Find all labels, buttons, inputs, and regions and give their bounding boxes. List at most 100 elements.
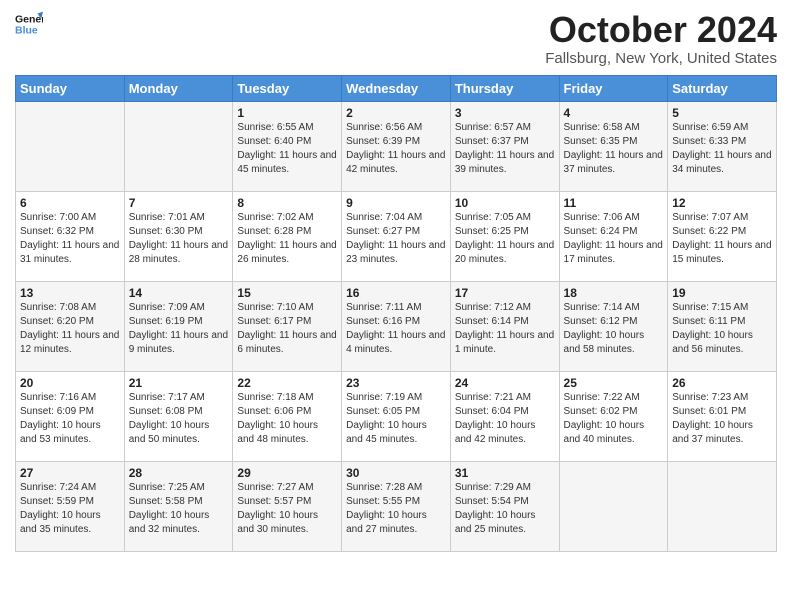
page: General Blue October 2024 Fallsburg, New… bbox=[0, 0, 792, 612]
calendar-week-4: 20 Sunrise: 7:16 AMSunset: 6:09 PMDaylig… bbox=[16, 371, 777, 461]
calendar-cell: 25 Sunrise: 7:22 AMSunset: 6:02 PMDaylig… bbox=[559, 371, 668, 461]
day-number: 14 bbox=[129, 286, 229, 300]
calendar-cell: 7 Sunrise: 7:01 AMSunset: 6:30 PMDayligh… bbox=[124, 191, 233, 281]
day-info: Sunrise: 7:16 AMSunset: 6:09 PMDaylight:… bbox=[20, 392, 101, 445]
day-info: Sunrise: 6:55 AMSunset: 6:40 PMDaylight:… bbox=[237, 122, 336, 175]
day-info: Sunrise: 6:59 AMSunset: 6:33 PMDaylight:… bbox=[672, 122, 771, 175]
calendar-body: 1 Sunrise: 6:55 AMSunset: 6:40 PMDayligh… bbox=[16, 101, 777, 551]
calendar-cell: 21 Sunrise: 7:17 AMSunset: 6:08 PMDaylig… bbox=[124, 371, 233, 461]
calendar-cell bbox=[124, 101, 233, 191]
day-info: Sunrise: 7:19 AMSunset: 6:05 PMDaylight:… bbox=[346, 392, 427, 445]
day-number: 27 bbox=[20, 466, 120, 480]
day-number: 2 bbox=[346, 106, 446, 120]
col-thursday: Thursday bbox=[450, 75, 559, 101]
day-number: 8 bbox=[237, 196, 337, 210]
calendar-cell bbox=[668, 461, 777, 551]
day-info: Sunrise: 7:28 AMSunset: 5:55 PMDaylight:… bbox=[346, 482, 427, 535]
calendar-cell bbox=[559, 461, 668, 551]
calendar-cell: 13 Sunrise: 7:08 AMSunset: 6:20 PMDaylig… bbox=[16, 281, 125, 371]
day-info: Sunrise: 7:29 AMSunset: 5:54 PMDaylight:… bbox=[455, 482, 536, 535]
day-info: Sunrise: 7:02 AMSunset: 6:28 PMDaylight:… bbox=[237, 212, 336, 265]
col-monday: Monday bbox=[124, 75, 233, 101]
day-info: Sunrise: 7:24 AMSunset: 5:59 PMDaylight:… bbox=[20, 482, 101, 535]
day-info: Sunrise: 7:18 AMSunset: 6:06 PMDaylight:… bbox=[237, 392, 318, 445]
day-number: 5 bbox=[672, 106, 772, 120]
day-number: 7 bbox=[129, 196, 229, 210]
day-info: Sunrise: 7:05 AMSunset: 6:25 PMDaylight:… bbox=[455, 212, 554, 265]
calendar-cell: 10 Sunrise: 7:05 AMSunset: 6:25 PMDaylig… bbox=[450, 191, 559, 281]
calendar-week-2: 6 Sunrise: 7:00 AMSunset: 6:32 PMDayligh… bbox=[16, 191, 777, 281]
day-info: Sunrise: 7:00 AMSunset: 6:32 PMDaylight:… bbox=[20, 212, 119, 265]
day-number: 22 bbox=[237, 376, 337, 390]
day-info: Sunrise: 6:56 AMSunset: 6:39 PMDaylight:… bbox=[346, 122, 445, 175]
calendar-week-5: 27 Sunrise: 7:24 AMSunset: 5:59 PMDaylig… bbox=[16, 461, 777, 551]
day-number: 20 bbox=[20, 376, 120, 390]
day-info: Sunrise: 7:07 AMSunset: 6:22 PMDaylight:… bbox=[672, 212, 771, 265]
day-number: 30 bbox=[346, 466, 446, 480]
day-number: 9 bbox=[346, 196, 446, 210]
day-info: Sunrise: 6:57 AMSunset: 6:37 PMDaylight:… bbox=[455, 122, 554, 175]
day-number: 28 bbox=[129, 466, 229, 480]
day-number: 29 bbox=[237, 466, 337, 480]
calendar-header: Sunday Monday Tuesday Wednesday Thursday… bbox=[16, 75, 777, 101]
logo-icon: General Blue bbox=[15, 10, 43, 38]
calendar-cell: 6 Sunrise: 7:00 AMSunset: 6:32 PMDayligh… bbox=[16, 191, 125, 281]
calendar-cell: 29 Sunrise: 7:27 AMSunset: 5:57 PMDaylig… bbox=[233, 461, 342, 551]
calendar-week-3: 13 Sunrise: 7:08 AMSunset: 6:20 PMDaylig… bbox=[16, 281, 777, 371]
title-block: October 2024 Fallsburg, New York, United… bbox=[545, 10, 777, 67]
day-number: 10 bbox=[455, 196, 555, 210]
day-info: Sunrise: 7:04 AMSunset: 6:27 PMDaylight:… bbox=[346, 212, 445, 265]
day-info: Sunrise: 7:23 AMSunset: 6:01 PMDaylight:… bbox=[672, 392, 753, 445]
day-info: Sunrise: 7:15 AMSunset: 6:11 PMDaylight:… bbox=[672, 302, 753, 355]
calendar-cell: 27 Sunrise: 7:24 AMSunset: 5:59 PMDaylig… bbox=[16, 461, 125, 551]
calendar-cell: 8 Sunrise: 7:02 AMSunset: 6:28 PMDayligh… bbox=[233, 191, 342, 281]
day-info: Sunrise: 7:09 AMSunset: 6:19 PMDaylight:… bbox=[129, 302, 228, 355]
day-number: 13 bbox=[20, 286, 120, 300]
col-tuesday: Tuesday bbox=[233, 75, 342, 101]
day-number: 3 bbox=[455, 106, 555, 120]
calendar-subtitle: Fallsburg, New York, United States bbox=[545, 50, 777, 67]
calendar-cell: 1 Sunrise: 6:55 AMSunset: 6:40 PMDayligh… bbox=[233, 101, 342, 191]
calendar-week-1: 1 Sunrise: 6:55 AMSunset: 6:40 PMDayligh… bbox=[16, 101, 777, 191]
col-saturday: Saturday bbox=[668, 75, 777, 101]
logo: General Blue bbox=[15, 10, 43, 38]
day-number: 6 bbox=[20, 196, 120, 210]
calendar-title: October 2024 bbox=[545, 10, 777, 50]
header: General Blue October 2024 Fallsburg, New… bbox=[15, 10, 777, 67]
day-number: 26 bbox=[672, 376, 772, 390]
calendar-cell: 3 Sunrise: 6:57 AMSunset: 6:37 PMDayligh… bbox=[450, 101, 559, 191]
day-number: 25 bbox=[564, 376, 664, 390]
day-info: Sunrise: 7:27 AMSunset: 5:57 PMDaylight:… bbox=[237, 482, 318, 535]
day-number: 4 bbox=[564, 106, 664, 120]
calendar-cell: 26 Sunrise: 7:23 AMSunset: 6:01 PMDaylig… bbox=[668, 371, 777, 461]
day-info: Sunrise: 7:21 AMSunset: 6:04 PMDaylight:… bbox=[455, 392, 536, 445]
day-info: Sunrise: 7:17 AMSunset: 6:08 PMDaylight:… bbox=[129, 392, 210, 445]
day-info: Sunrise: 7:08 AMSunset: 6:20 PMDaylight:… bbox=[20, 302, 119, 355]
day-number: 11 bbox=[564, 196, 664, 210]
calendar-cell: 23 Sunrise: 7:19 AMSunset: 6:05 PMDaylig… bbox=[342, 371, 451, 461]
calendar-cell: 20 Sunrise: 7:16 AMSunset: 6:09 PMDaylig… bbox=[16, 371, 125, 461]
day-info: Sunrise: 7:11 AMSunset: 6:16 PMDaylight:… bbox=[346, 302, 445, 355]
day-info: Sunrise: 6:58 AMSunset: 6:35 PMDaylight:… bbox=[564, 122, 663, 175]
day-number: 16 bbox=[346, 286, 446, 300]
svg-text:Blue: Blue bbox=[15, 25, 38, 37]
day-number: 31 bbox=[455, 466, 555, 480]
calendar-cell: 17 Sunrise: 7:12 AMSunset: 6:14 PMDaylig… bbox=[450, 281, 559, 371]
calendar-table: Sunday Monday Tuesday Wednesday Thursday… bbox=[15, 75, 777, 552]
day-number: 15 bbox=[237, 286, 337, 300]
day-number: 24 bbox=[455, 376, 555, 390]
day-number: 17 bbox=[455, 286, 555, 300]
day-info: Sunrise: 7:12 AMSunset: 6:14 PMDaylight:… bbox=[455, 302, 554, 355]
col-friday: Friday bbox=[559, 75, 668, 101]
day-info: Sunrise: 7:22 AMSunset: 6:02 PMDaylight:… bbox=[564, 392, 645, 445]
day-number: 18 bbox=[564, 286, 664, 300]
day-number: 21 bbox=[129, 376, 229, 390]
calendar-cell bbox=[16, 101, 125, 191]
calendar-cell: 9 Sunrise: 7:04 AMSunset: 6:27 PMDayligh… bbox=[342, 191, 451, 281]
calendar-cell: 16 Sunrise: 7:11 AMSunset: 6:16 PMDaylig… bbox=[342, 281, 451, 371]
calendar-cell: 12 Sunrise: 7:07 AMSunset: 6:22 PMDaylig… bbox=[668, 191, 777, 281]
calendar-cell: 11 Sunrise: 7:06 AMSunset: 6:24 PMDaylig… bbox=[559, 191, 668, 281]
day-info: Sunrise: 7:10 AMSunset: 6:17 PMDaylight:… bbox=[237, 302, 336, 355]
calendar-cell: 28 Sunrise: 7:25 AMSunset: 5:58 PMDaylig… bbox=[124, 461, 233, 551]
day-number: 12 bbox=[672, 196, 772, 210]
